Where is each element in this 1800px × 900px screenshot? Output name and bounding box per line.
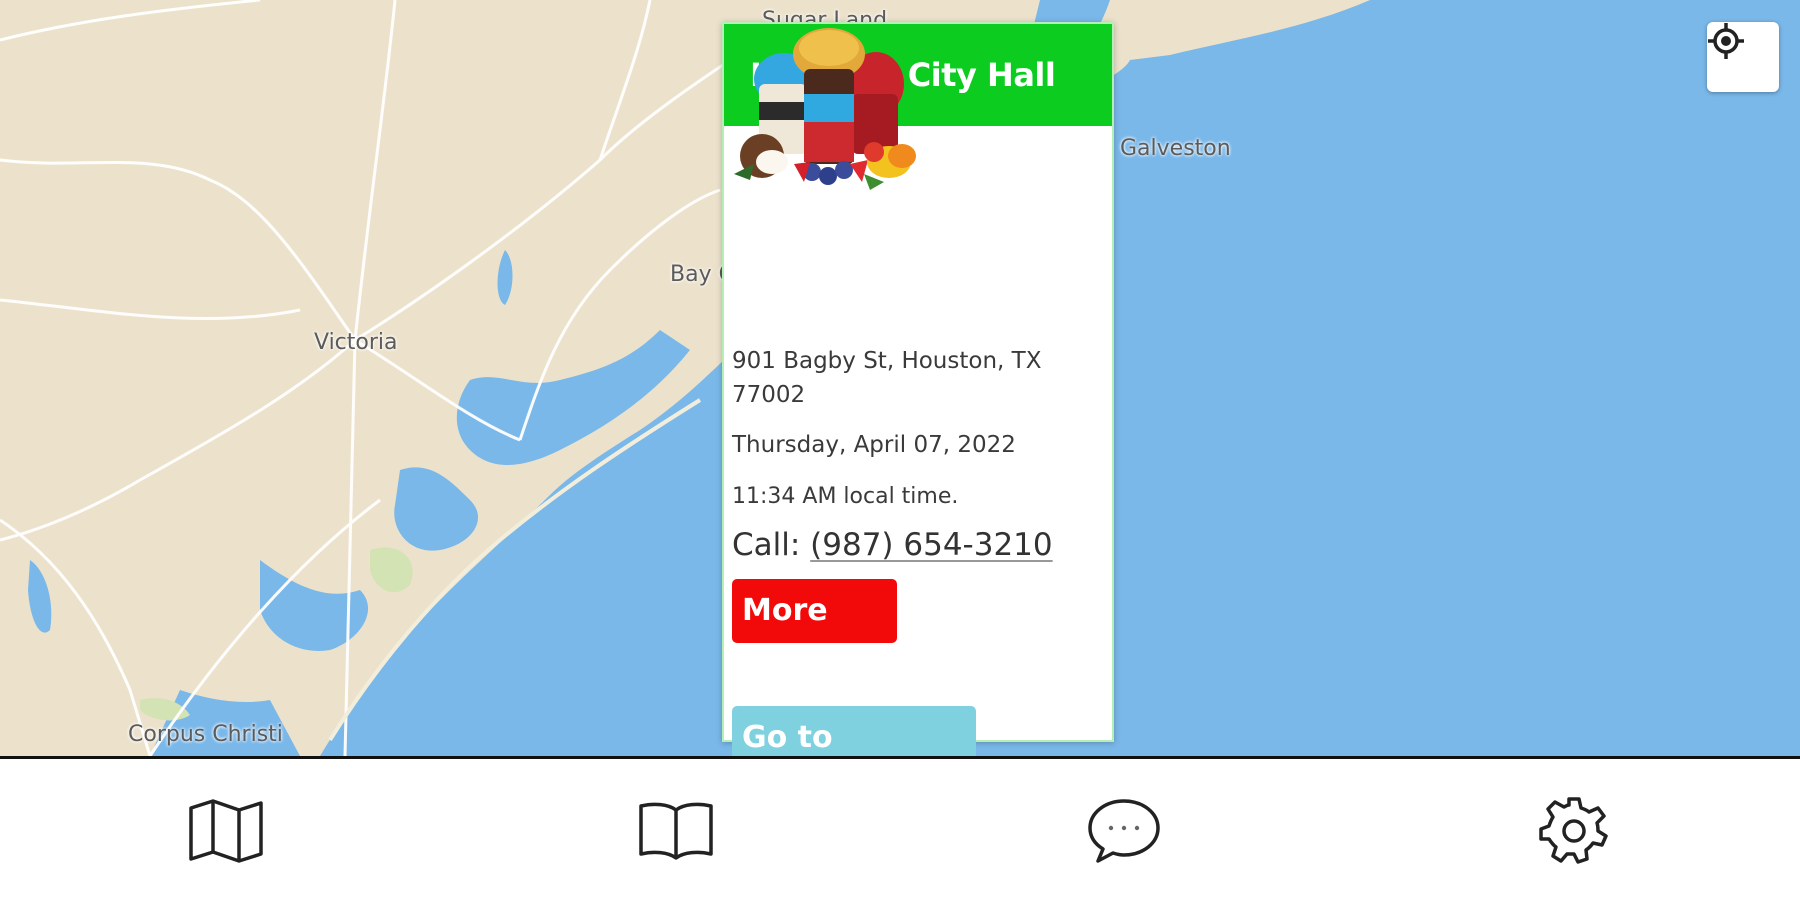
crosshair-icon	[1708, 23, 1744, 59]
snow-cone-treats-image	[734, 28, 916, 190]
book-icon	[639, 802, 713, 860]
nav-chat-button[interactable]	[1084, 791, 1164, 871]
map-label-galveston: Galveston	[1120, 136, 1231, 161]
chat-icon	[1088, 799, 1160, 863]
popup-call-row: Call: (987) 654-3210	[732, 527, 1104, 563]
nav-settings-button[interactable]	[1534, 791, 1614, 871]
my-location-button[interactable]	[1707, 22, 1779, 92]
bottom-navigation	[0, 756, 1800, 900]
nav-map-button[interactable]	[186, 791, 266, 871]
map-icon	[189, 799, 263, 863]
gear-icon	[1539, 797, 1608, 864]
location-popup: Houston City Hall	[722, 22, 1114, 756]
popup-time: 11:34 AM local time.	[732, 484, 959, 509]
map-view[interactable]: Sugar Land Galveston Bay City Victoria C…	[0, 0, 1800, 756]
popup-details: 901 Bagby St, Houston, TX 77002 Thursday…	[732, 344, 1104, 756]
popup-address: 901 Bagby St, Houston, TX 77002	[732, 348, 1042, 408]
popup-date: Thursday, April 07, 2022	[732, 432, 1016, 458]
more-info-button[interactable]: More Info	[732, 579, 897, 692]
go-to-location-button[interactable]: Go to Location	[732, 706, 976, 756]
map-label-victoria: Victoria	[314, 330, 398, 355]
nav-book-button[interactable]	[636, 791, 716, 871]
phone-link[interactable]: (987) 654-3210	[810, 527, 1052, 563]
call-label: Call:	[732, 527, 801, 563]
map-label-corpus-christi: Corpus Christi	[128, 722, 283, 747]
